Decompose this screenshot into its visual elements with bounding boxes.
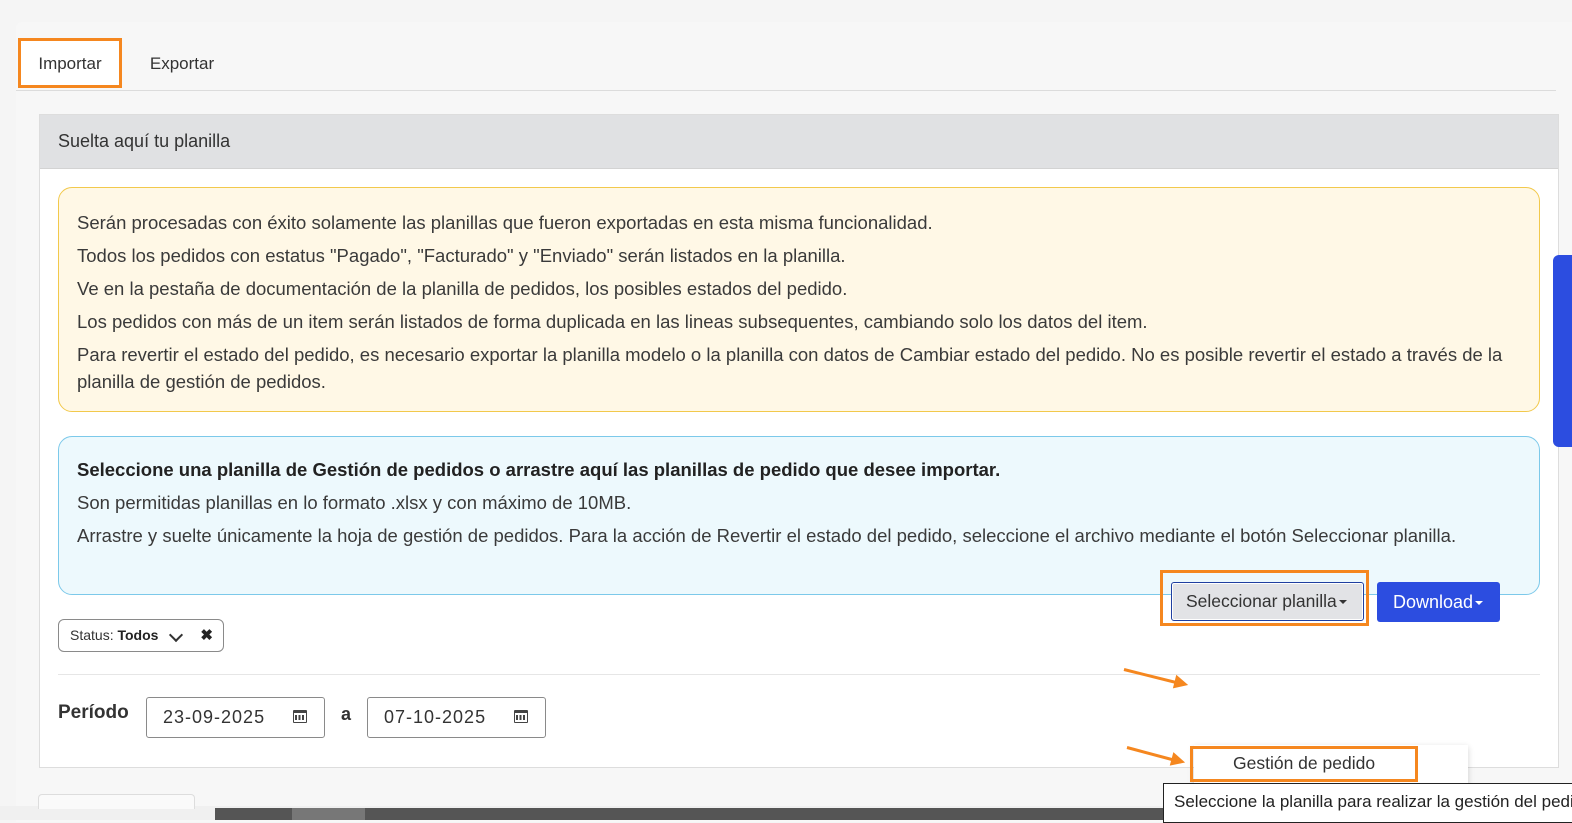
calendar-icon[interactable] bbox=[293, 710, 307, 723]
select-planilla-label: Seleccionar planilla bbox=[1186, 591, 1337, 611]
select-planilla-button[interactable]: Seleccionar planilla bbox=[1171, 582, 1364, 621]
warning-note: Para revertir el estado del pedido, es n… bbox=[77, 344, 1503, 392]
bottom-tab[interactable] bbox=[38, 794, 195, 809]
chevron-down-icon[interactable] bbox=[168, 627, 184, 643]
tooltip: Seleccione la planilla para realizar la … bbox=[1163, 783, 1572, 823]
caret-down-icon bbox=[1475, 601, 1484, 606]
info-line: Son permitidas planillas en lo formato .… bbox=[77, 492, 632, 513]
dropzone-header[interactable]: Suelta aquí tu planilla bbox=[40, 115, 1558, 169]
info-line: Arrastre y suelte únicamente la hoja de … bbox=[77, 525, 1457, 546]
warning-note: Los pedidos con más de un item serán lis… bbox=[77, 311, 1148, 332]
date-from-value: 23-09-2025 bbox=[163, 707, 266, 727]
warning-note: Ve en la pestaña de documentación de la … bbox=[77, 278, 848, 299]
date-to-value: 07-10-2025 bbox=[384, 707, 487, 727]
side-scroll-accent[interactable] bbox=[1553, 255, 1572, 447]
download-button[interactable]: Download bbox=[1377, 582, 1500, 622]
date-from-input[interactable]: 23-09-2025 bbox=[146, 697, 325, 738]
status-filter-chip[interactable]: Status: Todos ✖ bbox=[58, 619, 224, 652]
date-to-input[interactable]: 07-10-2025 bbox=[367, 697, 546, 738]
tab-bar: Importar Exportar bbox=[16, 38, 1556, 91]
page-container: Importar Exportar Suelta aquí tu planill… bbox=[16, 22, 1572, 822]
status-filter-label: Status: bbox=[70, 627, 114, 643]
calendar-icon[interactable] bbox=[514, 710, 528, 723]
warning-note: Todos los pedidos con estatus "Pagado", … bbox=[77, 245, 846, 266]
tab-importar[interactable]: Importar bbox=[18, 38, 122, 88]
import-panel: Suelta aquí tu planilla Serán procesadas… bbox=[39, 114, 1559, 768]
warning-alert: Serán procesadas con éxito solamente las… bbox=[58, 187, 1540, 412]
info-title: Seleccione una planilla de Gestión de pe… bbox=[77, 459, 1001, 480]
warning-note: Serán procesadas con éxito solamente las… bbox=[77, 212, 933, 233]
close-icon[interactable]: ✖ bbox=[200, 620, 213, 651]
status-filter-value: Todos bbox=[117, 627, 159, 643]
period-label: Período bbox=[58, 702, 129, 723]
scrollbar-thumb[interactable] bbox=[292, 808, 365, 820]
dropdown-item-gestion-pedido[interactable]: Gestión de pedido bbox=[1190, 746, 1418, 782]
tab-exportar[interactable]: Exportar bbox=[140, 38, 224, 88]
caret-down-icon bbox=[1338, 600, 1347, 605]
period-separator: a bbox=[341, 704, 352, 724]
divider bbox=[58, 674, 1540, 675]
download-label: Download bbox=[1393, 592, 1474, 612]
select-planilla-dropdown: Gestión de pedido bbox=[1190, 745, 1468, 785]
